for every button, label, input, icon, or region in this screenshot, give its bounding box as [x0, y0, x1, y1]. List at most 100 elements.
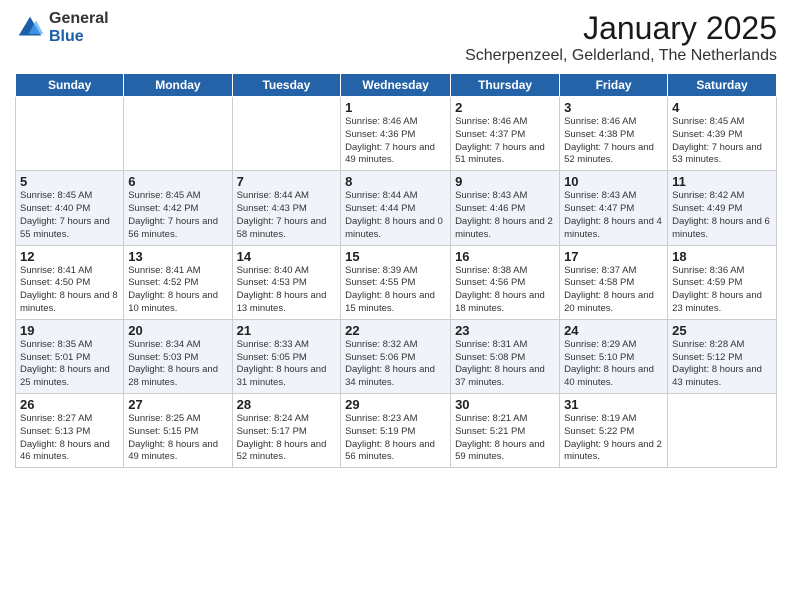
day-number: 23	[455, 323, 555, 338]
calendar-cell: 7Sunrise: 8:44 AM Sunset: 4:43 PM Daylig…	[232, 171, 341, 245]
location: Scherpenzeel, Gelderland, The Netherland…	[465, 47, 777, 65]
day-info: Sunrise: 8:41 AM Sunset: 4:50 PM Dayligh…	[20, 265, 119, 316]
day-number: 27	[128, 397, 227, 412]
calendar-cell: 21Sunrise: 8:33 AM Sunset: 5:05 PM Dayli…	[232, 319, 341, 393]
day-number: 16	[455, 249, 555, 264]
day-info: Sunrise: 8:46 AM Sunset: 4:37 PM Dayligh…	[455, 116, 555, 167]
calendar-cell: 25Sunrise: 8:28 AM Sunset: 5:12 PM Dayli…	[668, 319, 777, 393]
day-number: 1	[345, 100, 446, 115]
calendar-cell: 24Sunrise: 8:29 AM Sunset: 5:10 PM Dayli…	[560, 319, 668, 393]
day-info: Sunrise: 8:39 AM Sunset: 4:55 PM Dayligh…	[345, 265, 446, 316]
calendar-cell: 19Sunrise: 8:35 AM Sunset: 5:01 PM Dayli…	[16, 319, 124, 393]
day-info: Sunrise: 8:28 AM Sunset: 5:12 PM Dayligh…	[672, 339, 772, 390]
month-title: January 2025	[465, 10, 777, 47]
calendar-cell: 28Sunrise: 8:24 AM Sunset: 5:17 PM Dayli…	[232, 394, 341, 468]
calendar-week-row: 12Sunrise: 8:41 AM Sunset: 4:50 PM Dayli…	[16, 245, 777, 319]
calendar-cell	[232, 97, 341, 171]
day-info: Sunrise: 8:45 AM Sunset: 4:42 PM Dayligh…	[128, 190, 227, 241]
day-info: Sunrise: 8:29 AM Sunset: 5:10 PM Dayligh…	[564, 339, 663, 390]
day-info: Sunrise: 8:43 AM Sunset: 4:47 PM Dayligh…	[564, 190, 663, 241]
day-number: 6	[128, 174, 227, 189]
day-number: 17	[564, 249, 663, 264]
day-info: Sunrise: 8:31 AM Sunset: 5:08 PM Dayligh…	[455, 339, 555, 390]
calendar-cell: 15Sunrise: 8:39 AM Sunset: 4:55 PM Dayli…	[341, 245, 451, 319]
calendar-cell: 2Sunrise: 8:46 AM Sunset: 4:37 PM Daylig…	[451, 97, 560, 171]
day-info: Sunrise: 8:23 AM Sunset: 5:19 PM Dayligh…	[345, 413, 446, 464]
calendar-week-row: 19Sunrise: 8:35 AM Sunset: 5:01 PM Dayli…	[16, 319, 777, 393]
day-number: 24	[564, 323, 663, 338]
day-info: Sunrise: 8:34 AM Sunset: 5:03 PM Dayligh…	[128, 339, 227, 390]
calendar-cell: 17Sunrise: 8:37 AM Sunset: 4:58 PM Dayli…	[560, 245, 668, 319]
day-number: 3	[564, 100, 663, 115]
day-number: 28	[237, 397, 337, 412]
day-number: 18	[672, 249, 772, 264]
calendar-cell: 9Sunrise: 8:43 AM Sunset: 4:46 PM Daylig…	[451, 171, 560, 245]
day-info: Sunrise: 8:41 AM Sunset: 4:52 PM Dayligh…	[128, 265, 227, 316]
calendar: SundayMondayTuesdayWednesdayThursdayFrid…	[15, 73, 777, 468]
calendar-cell: 29Sunrise: 8:23 AM Sunset: 5:19 PM Dayli…	[341, 394, 451, 468]
day-number: 15	[345, 249, 446, 264]
calendar-cell	[124, 97, 232, 171]
calendar-cell: 31Sunrise: 8:19 AM Sunset: 5:22 PM Dayli…	[560, 394, 668, 468]
calendar-cell: 23Sunrise: 8:31 AM Sunset: 5:08 PM Dayli…	[451, 319, 560, 393]
page: General Blue January 2025 Scherpenzeel, …	[0, 0, 792, 612]
title-section: January 2025 Scherpenzeel, Gelderland, T…	[465, 10, 777, 65]
day-info: Sunrise: 8:36 AM Sunset: 4:59 PM Dayligh…	[672, 265, 772, 316]
day-number: 14	[237, 249, 337, 264]
weekday-header-friday: Friday	[560, 74, 668, 97]
calendar-cell: 10Sunrise: 8:43 AM Sunset: 4:47 PM Dayli…	[560, 171, 668, 245]
calendar-cell: 30Sunrise: 8:21 AM Sunset: 5:21 PM Dayli…	[451, 394, 560, 468]
day-info: Sunrise: 8:43 AM Sunset: 4:46 PM Dayligh…	[455, 190, 555, 241]
day-info: Sunrise: 8:33 AM Sunset: 5:05 PM Dayligh…	[237, 339, 337, 390]
calendar-cell: 6Sunrise: 8:45 AM Sunset: 4:42 PM Daylig…	[124, 171, 232, 245]
weekday-header-monday: Monday	[124, 74, 232, 97]
calendar-cell: 27Sunrise: 8:25 AM Sunset: 5:15 PM Dayli…	[124, 394, 232, 468]
day-number: 26	[20, 397, 119, 412]
calendar-cell	[16, 97, 124, 171]
calendar-cell: 1Sunrise: 8:46 AM Sunset: 4:36 PM Daylig…	[341, 97, 451, 171]
calendar-cell: 12Sunrise: 8:41 AM Sunset: 4:50 PM Dayli…	[16, 245, 124, 319]
logo-blue: Blue	[49, 28, 109, 46]
day-info: Sunrise: 8:27 AM Sunset: 5:13 PM Dayligh…	[20, 413, 119, 464]
calendar-cell: 14Sunrise: 8:40 AM Sunset: 4:53 PM Dayli…	[232, 245, 341, 319]
day-number: 10	[564, 174, 663, 189]
logo-text: General Blue	[49, 10, 109, 46]
weekday-header-saturday: Saturday	[668, 74, 777, 97]
day-number: 8	[345, 174, 446, 189]
day-info: Sunrise: 8:44 AM Sunset: 4:44 PM Dayligh…	[345, 190, 446, 241]
day-number: 2	[455, 100, 555, 115]
calendar-cell: 8Sunrise: 8:44 AM Sunset: 4:44 PM Daylig…	[341, 171, 451, 245]
day-number: 21	[237, 323, 337, 338]
day-info: Sunrise: 8:40 AM Sunset: 4:53 PM Dayligh…	[237, 265, 337, 316]
day-number: 4	[672, 100, 772, 115]
calendar-cell: 11Sunrise: 8:42 AM Sunset: 4:49 PM Dayli…	[668, 171, 777, 245]
day-info: Sunrise: 8:42 AM Sunset: 4:49 PM Dayligh…	[672, 190, 772, 241]
day-number: 7	[237, 174, 337, 189]
day-info: Sunrise: 8:24 AM Sunset: 5:17 PM Dayligh…	[237, 413, 337, 464]
calendar-week-row: 26Sunrise: 8:27 AM Sunset: 5:13 PM Dayli…	[16, 394, 777, 468]
day-number: 5	[20, 174, 119, 189]
calendar-cell: 5Sunrise: 8:45 AM Sunset: 4:40 PM Daylig…	[16, 171, 124, 245]
day-info: Sunrise: 8:44 AM Sunset: 4:43 PM Dayligh…	[237, 190, 337, 241]
day-info: Sunrise: 8:32 AM Sunset: 5:06 PM Dayligh…	[345, 339, 446, 390]
day-info: Sunrise: 8:46 AM Sunset: 4:38 PM Dayligh…	[564, 116, 663, 167]
day-number: 19	[20, 323, 119, 338]
day-number: 11	[672, 174, 772, 189]
weekday-header-wednesday: Wednesday	[341, 74, 451, 97]
day-number: 25	[672, 323, 772, 338]
day-number: 22	[345, 323, 446, 338]
calendar-cell: 20Sunrise: 8:34 AM Sunset: 5:03 PM Dayli…	[124, 319, 232, 393]
calendar-week-row: 5Sunrise: 8:45 AM Sunset: 4:40 PM Daylig…	[16, 171, 777, 245]
day-info: Sunrise: 8:45 AM Sunset: 4:39 PM Dayligh…	[672, 116, 772, 167]
day-info: Sunrise: 8:21 AM Sunset: 5:21 PM Dayligh…	[455, 413, 555, 464]
day-info: Sunrise: 8:37 AM Sunset: 4:58 PM Dayligh…	[564, 265, 663, 316]
day-info: Sunrise: 8:38 AM Sunset: 4:56 PM Dayligh…	[455, 265, 555, 316]
day-info: Sunrise: 8:45 AM Sunset: 4:40 PM Dayligh…	[20, 190, 119, 241]
calendar-cell: 4Sunrise: 8:45 AM Sunset: 4:39 PM Daylig…	[668, 97, 777, 171]
calendar-cell: 3Sunrise: 8:46 AM Sunset: 4:38 PM Daylig…	[560, 97, 668, 171]
day-number: 12	[20, 249, 119, 264]
day-info: Sunrise: 8:25 AM Sunset: 5:15 PM Dayligh…	[128, 413, 227, 464]
calendar-cell: 13Sunrise: 8:41 AM Sunset: 4:52 PM Dayli…	[124, 245, 232, 319]
logo-icon	[15, 13, 45, 43]
weekday-header-thursday: Thursday	[451, 74, 560, 97]
